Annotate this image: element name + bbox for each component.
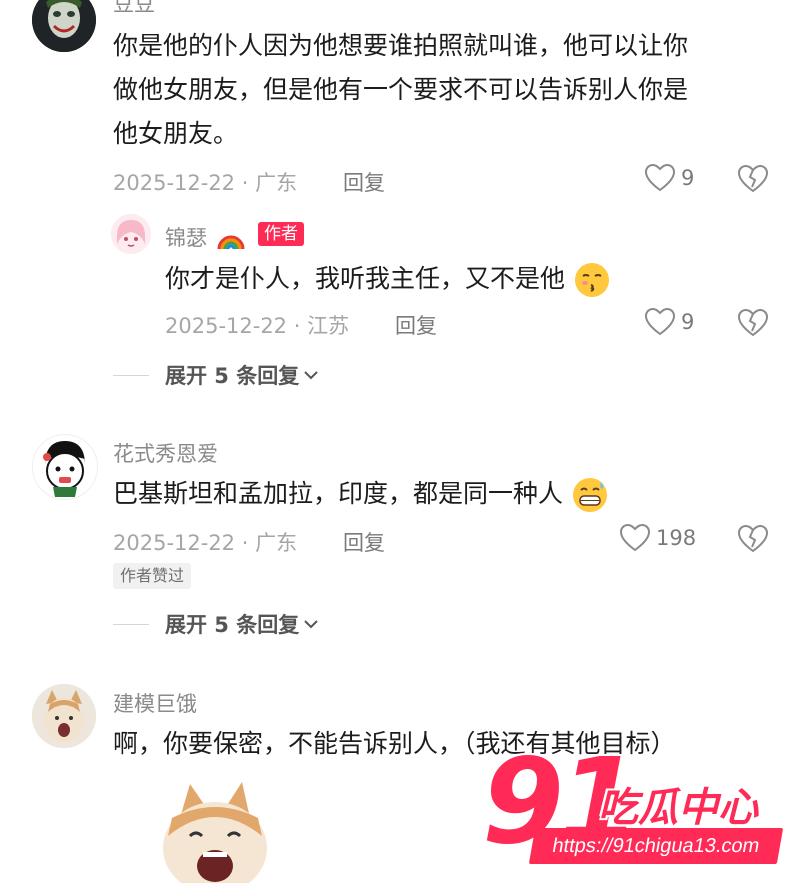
broken-heart-icon [737, 164, 769, 193]
watermark-text: 吃瓜中心 [598, 785, 758, 831]
chevron-down-icon [304, 620, 318, 629]
reply-button[interactable]: 回复 [395, 310, 437, 340]
like-button[interactable]: 9 [645, 308, 694, 336]
broken-heart-icon [737, 524, 769, 553]
like-button[interactable]: 198 [620, 524, 696, 552]
reply-date-location: 2025-12-22 · 江苏 [165, 314, 350, 338]
heart-icon [645, 164, 675, 192]
laughing-cat-icon [150, 778, 280, 883]
heart-icon [645, 308, 675, 336]
like-button[interactable]: 9 [645, 164, 694, 192]
grimacing-sweat-emoji-icon [572, 478, 607, 512]
avatar[interactable] [111, 214, 151, 254]
reply-button[interactable]: 回复 [343, 527, 385, 557]
rainbow-icon [217, 235, 245, 250]
like-count: 9 [681, 310, 695, 334]
dislike-button[interactable] [737, 308, 769, 341]
cat-avatar-icon [32, 684, 96, 748]
avatar[interactable] [32, 0, 96, 52]
comment-text: 巴基斯坦和孟加拉，印度，都是同一种人 [113, 472, 733, 516]
reply-button[interactable]: 回复 [343, 167, 385, 197]
expand-replies-label: 展开 5 条回复 [165, 613, 300, 637]
expand-replies-button[interactable]: 展开 5 条回复 [113, 609, 319, 639]
author-liked-badge: 作者赞过 [113, 563, 192, 589]
like-count: 9 [681, 166, 695, 190]
comment-date-location: 2025-12-22 · 广东 [113, 531, 298, 555]
expand-replies-button[interactable]: 展开 5 条回复 [113, 360, 319, 390]
like-count: 198 [656, 526, 697, 550]
avatar[interactable] [32, 684, 96, 748]
comment-username[interactable]: 花式秀恩爱 [113, 438, 218, 468]
broken-heart-icon [737, 308, 769, 337]
dislike-button[interactable] [737, 164, 769, 197]
comment-username[interactable]: 豆豆 [113, 0, 155, 18]
cat-sticker-image[interactable] [150, 778, 280, 883]
divider [113, 374, 149, 376]
dislike-button[interactable] [737, 524, 769, 557]
watermark-url: https://91chigua13.com [528, 828, 784, 864]
comment-username[interactable]: 建模巨饿 [113, 688, 197, 718]
reply-username[interactable]: 锦瑟 [165, 222, 246, 252]
reply-text: 你才是仆人，我听我主任，又不是他 [165, 257, 725, 301]
cartoon-girl-avatar-icon [33, 435, 97, 499]
comment-text: 你是他的仆人因为他想要谁拍照就叫谁，他可以让你 做他女朋友，但是他有一个要求不可… [113, 31, 689, 148]
author-badge: 作者 [258, 222, 304, 246]
heart-icon [620, 524, 650, 552]
avatar[interactable] [32, 434, 98, 500]
chevron-down-icon [304, 371, 318, 380]
pink-girl-avatar-icon [111, 214, 151, 254]
comment-text: 啊，你要保密，不能告诉别人，（我还有其他目标） [113, 729, 676, 758]
kissing-face-emoji-icon [574, 263, 609, 297]
expand-replies-label: 展开 5 条回复 [165, 364, 300, 388]
joker-avatar-icon [32, 0, 96, 52]
divider [113, 623, 149, 625]
comment-date-location: 2025-12-22 · 广东 [113, 171, 298, 195]
